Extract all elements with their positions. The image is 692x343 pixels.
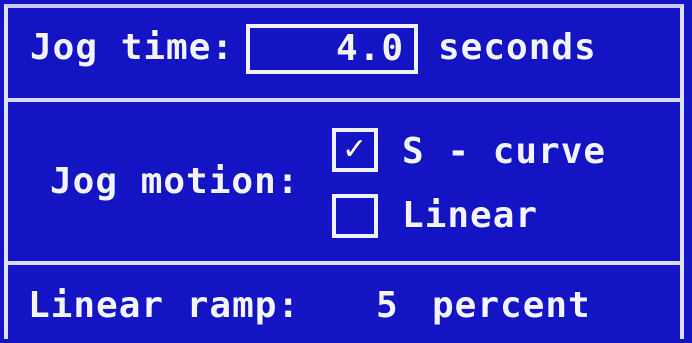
jog-time-label: Jog time:: [30, 27, 235, 68]
linear-checkbox[interactable]: [332, 194, 378, 238]
linear-ramp-value[interactable]: 5: [376, 286, 399, 326]
section-divider-bottom: [4, 261, 684, 265]
linear-ramp-units: percent: [432, 285, 591, 326]
check-mark-icon: ✓: [342, 132, 368, 167]
linear-ramp-label: Linear ramp:: [28, 285, 301, 326]
s-curve-checkbox[interactable]: ✓: [332, 128, 378, 172]
jog-time-value: 4.0: [335, 28, 404, 69]
linear-option-label[interactable]: Linear: [402, 196, 538, 236]
jog-time-units: seconds: [438, 27, 597, 68]
jog-settings-screen: Jog time: 4.0 seconds Jog motion: ✓ S - …: [0, 0, 692, 343]
s-curve-option-label[interactable]: S - curve: [402, 132, 606, 172]
jog-time-input[interactable]: 4.0: [246, 24, 418, 74]
section-divider-top: [4, 98, 684, 102]
jog-motion-label: Jog motion:: [50, 161, 300, 202]
